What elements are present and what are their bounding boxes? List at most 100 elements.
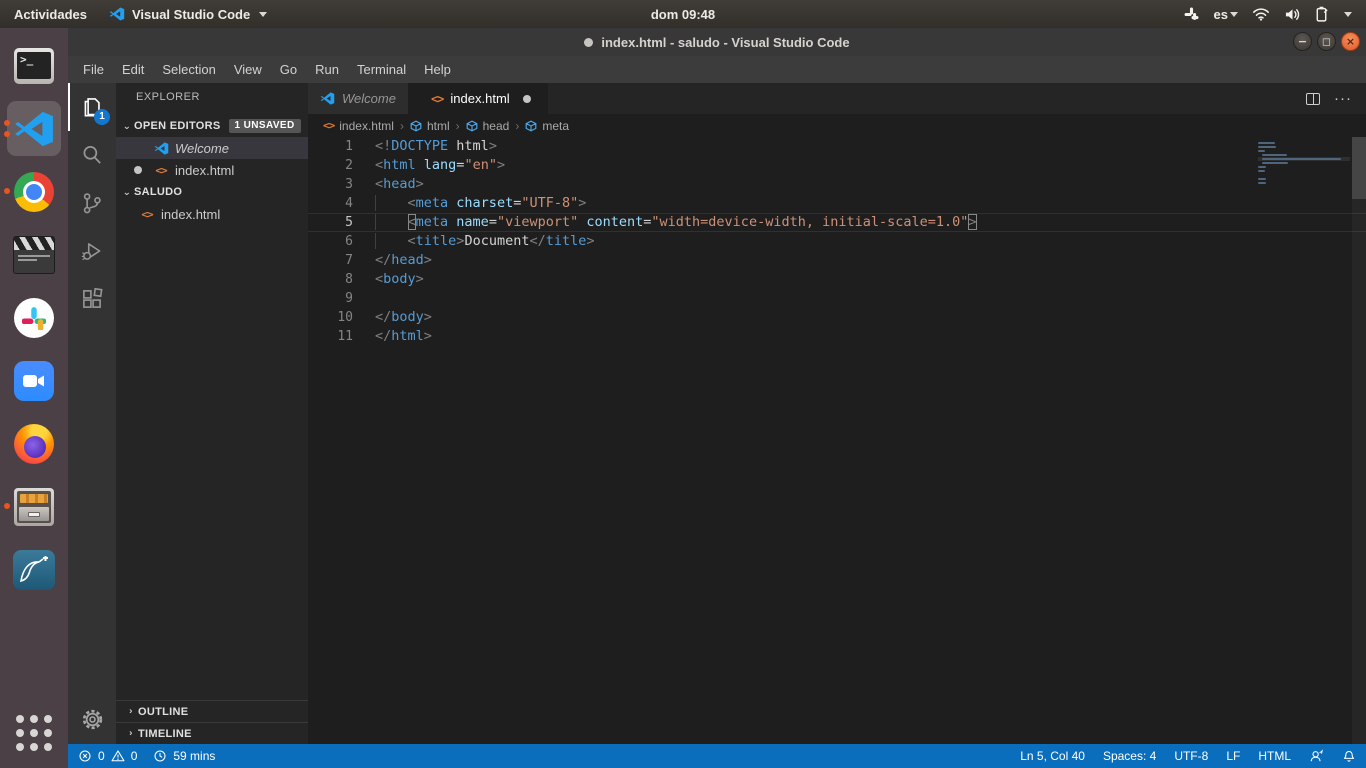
dock-item-mysql-workbench[interactable]	[0, 538, 68, 601]
activity-explorer[interactable]: 1	[68, 83, 116, 131]
menu-go[interactable]: Go	[271, 59, 306, 80]
line-content: <html lang="en">	[375, 156, 1366, 175]
activity-run-debug[interactable]	[68, 227, 116, 275]
code-line[interactable]: 6 <title>Document</title>	[308, 232, 1366, 251]
maximize-button[interactable]: ◻	[1317, 32, 1336, 51]
timeline-section[interactable]: › TIMELINE	[116, 722, 308, 744]
more-actions-icon[interactable]: ···	[1334, 94, 1352, 104]
app-grid-icon	[16, 715, 52, 751]
status-bar: 0 0 59 mins Ln 5, Col 40 Spaces: 4 UTF-8…	[68, 744, 1366, 768]
code-line[interactable]: 5 <meta name="viewport" content="width=d…	[308, 213, 1366, 232]
file-index-html[interactable]: <> index.html	[116, 203, 308, 225]
manage-button[interactable]	[68, 707, 116, 732]
open-editor-index-html[interactable]: <> index.html	[116, 159, 308, 181]
problems-indicator[interactable]: 0 0	[78, 749, 137, 763]
dock-item-vscode[interactable]	[0, 97, 68, 160]
vertical-scrollbar[interactable]	[1352, 137, 1366, 744]
code-editor[interactable]: 1<!DOCTYPE html>2<html lang="en">3<head>…	[308, 137, 1366, 744]
title-bar[interactable]: index.html - saludo - Visual Studio Code…	[68, 28, 1366, 56]
dock-item-file-manager[interactable]	[0, 475, 68, 538]
scrollbar-thumb[interactable]	[1352, 137, 1366, 199]
wifi-icon[interactable]	[1252, 7, 1270, 21]
extensions-icon	[79, 286, 105, 312]
menu-file[interactable]: File	[74, 59, 113, 80]
search-icon	[79, 142, 105, 168]
minimize-button[interactable]: −	[1293, 32, 1312, 51]
minimap[interactable]	[1258, 141, 1350, 185]
symbol-element-icon	[525, 120, 537, 132]
line-number: 4	[308, 194, 375, 213]
dock-item-slack[interactable]	[0, 286, 68, 349]
app-menu-button[interactable]: Visual Studio Code	[109, 6, 267, 22]
code-line[interactable]: 8<body>	[308, 270, 1366, 289]
chevron-right-icon: ›	[124, 707, 138, 717]
code-line[interactable]: 10</body>	[308, 308, 1366, 327]
slack-tray-icon[interactable]	[1183, 6, 1200, 23]
menu-help[interactable]: Help	[415, 59, 460, 80]
symbol-element-icon	[410, 120, 422, 132]
menu-edit[interactable]: Edit	[113, 59, 153, 80]
feedback-button[interactable]	[1309, 749, 1324, 763]
encoding[interactable]: UTF-8	[1174, 749, 1208, 763]
open-editor-welcome[interactable]: Welcome	[116, 137, 308, 159]
breadcrumb-item-html[interactable]: html	[410, 119, 450, 133]
vscode-window: index.html - saludo - Visual Studio Code…	[68, 28, 1366, 768]
line-number: 6	[308, 232, 375, 251]
activity-search[interactable]	[68, 131, 116, 179]
dock-item-chrome[interactable]	[0, 160, 68, 223]
breadcrumb-item-file[interactable]: <> index.html	[323, 119, 394, 133]
menu-selection[interactable]: Selection	[153, 59, 224, 80]
code-line[interactable]: 11</html>	[308, 327, 1366, 346]
dock-item-terminal[interactable]: >_	[0, 34, 68, 97]
chevron-down-icon[interactable]	[1344, 12, 1352, 17]
code-line[interactable]: 1<!DOCTYPE html>	[308, 137, 1366, 156]
activity-extensions[interactable]	[68, 275, 116, 323]
code-line[interactable]: 3<head>	[308, 175, 1366, 194]
keyboard-layout-indicator[interactable]: es	[1214, 7, 1238, 22]
chrome-icon	[14, 172, 54, 212]
outline-section[interactable]: › OUTLINE	[116, 700, 308, 722]
activity-source-control[interactable]	[68, 179, 116, 227]
line-number: 1	[308, 137, 375, 156]
tab-index-html[interactable]: <> index.html	[409, 83, 548, 114]
timer-indicator[interactable]: 59 mins	[153, 749, 215, 763]
modified-dot	[523, 95, 531, 103]
code-line[interactable]: 2<html lang="en">	[308, 156, 1366, 175]
vscode-file-icon	[320, 91, 335, 106]
dock-item-zoom[interactable]	[0, 349, 68, 412]
split-editor-icon[interactable]	[1306, 93, 1320, 105]
dock-item-firefox[interactable]	[0, 412, 68, 475]
menu-view[interactable]: View	[225, 59, 271, 80]
breadcrumb-item-head[interactable]: head	[466, 119, 510, 133]
menu-terminal[interactable]: Terminal	[348, 59, 415, 80]
activities-button[interactable]: Actividades	[14, 7, 87, 22]
volume-icon[interactable]	[1284, 7, 1301, 22]
clock-icon	[153, 749, 167, 763]
breadcrumb-item-meta[interactable]: meta	[525, 119, 569, 133]
dock: >_	[0, 28, 68, 768]
open-editors-header[interactable]: ⌄ OPEN EDITORS 1 UNSAVED	[116, 115, 308, 137]
line-number: 11	[308, 327, 375, 346]
code-line[interactable]: 7</head>	[308, 251, 1366, 270]
code-line[interactable]: 9	[308, 289, 1366, 308]
battery-icon[interactable]	[1315, 6, 1328, 22]
notifications-button[interactable]	[1342, 749, 1356, 764]
tab-welcome[interactable]: Welcome	[308, 83, 409, 114]
folder-section-header[interactable]: ⌄ SALUDO	[116, 181, 308, 203]
tab-bar: Welcome <> index.html ···	[308, 83, 1366, 114]
indentation[interactable]: Spaces: 4	[1103, 749, 1156, 763]
dock-item-video-editor[interactable]	[0, 223, 68, 286]
vscode-file-icon	[152, 141, 170, 156]
gear-icon	[80, 707, 105, 732]
language-mode[interactable]: HTML	[1258, 749, 1291, 763]
code-line[interactable]: 4 <meta charset="UTF-8">	[308, 194, 1366, 213]
eol-sequence[interactable]: LF	[1226, 749, 1240, 763]
menu-run[interactable]: Run	[306, 59, 348, 80]
modified-dot	[134, 166, 142, 174]
chevron-down-icon	[259, 12, 267, 17]
close-button[interactable]: ×	[1341, 32, 1360, 51]
cursor-position[interactable]: Ln 5, Col 40	[1020, 749, 1085, 763]
dock-item-app-grid[interactable]	[0, 701, 68, 764]
chevron-right-icon: ›	[124, 729, 138, 739]
clock[interactable]: dom 09:48	[651, 7, 715, 22]
